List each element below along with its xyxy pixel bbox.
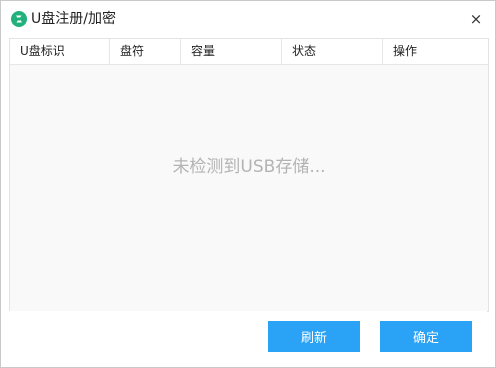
title-bar[interactable]: U盘注册/加密 ×: [1, 1, 495, 37]
empty-state-message: 未检测到USB存储...: [172, 157, 326, 177]
close-icon[interactable]: ×: [467, 10, 485, 28]
confirm-button[interactable]: 确定: [380, 321, 472, 352]
table-header: U盘标识 盘符 容量 状态 操作: [10, 39, 488, 65]
column-header-capacity[interactable]: 容量: [181, 39, 282, 64]
refresh-button[interactable]: 刷新: [268, 321, 360, 352]
usb-device-table: U盘标识 盘符 容量 状态 操作 未检测到USB存储...: [9, 38, 489, 312]
button-bar: 刷新 确定: [9, 311, 487, 359]
window-title: U盘注册/加密: [31, 11, 116, 27]
app-logo-icon: [11, 11, 27, 27]
dialog-window: U盘注册/加密 × U盘标识 盘符 容量 状态 操作 未检测到USB存储... …: [0, 0, 496, 368]
column-header-status[interactable]: 状态: [282, 39, 383, 64]
column-header-drive-letter[interactable]: 盘符: [110, 39, 181, 64]
column-header-actions[interactable]: 操作: [383, 39, 488, 64]
column-header-usb-id[interactable]: U盘标识: [10, 39, 110, 64]
